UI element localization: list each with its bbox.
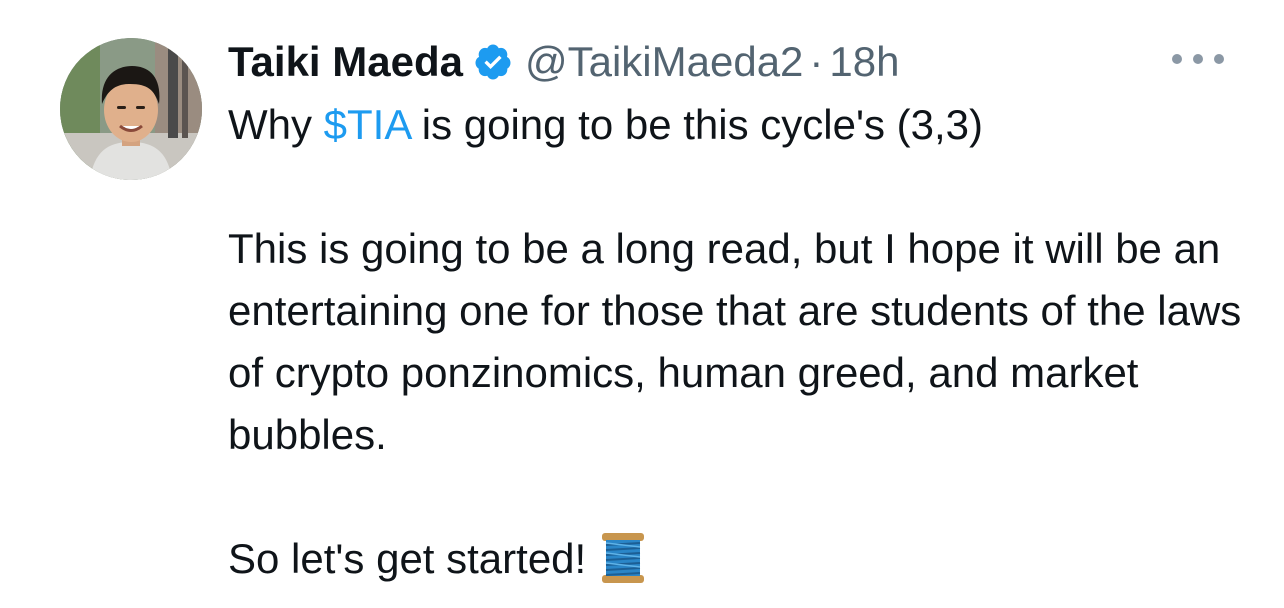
more-dot (1214, 54, 1224, 64)
tweet-header: Taiki Maeda @TaikiMaeda2 · 18h (228, 34, 900, 90)
cashtag-link[interactable]: $TIA (324, 101, 410, 148)
tweet-paragraph-2: This is going to be a long read, but I h… (228, 225, 1242, 458)
tweet-card[interactable]: Taiki Maeda @TaikiMaeda2 · 18h Why $TIA … (0, 0, 1284, 608)
spool-of-thread-icon (600, 531, 646, 585)
verified-badge-icon[interactable] (473, 42, 513, 82)
profile-photo-icon (60, 38, 202, 180)
timestamp[interactable]: 18h (829, 38, 899, 86)
text-prefix: Why (228, 101, 324, 148)
more-options-icon[interactable] (1172, 44, 1224, 74)
avatar[interactable] (60, 38, 202, 180)
tweet-line-1: Why $TIA is going to be this cycle's (3,… (228, 94, 1248, 156)
more-dot (1172, 54, 1182, 64)
tweet-paragraph-3: So let's get started! (228, 528, 1248, 590)
tweet-text: Why $TIA is going to be this cycle's (3,… (228, 94, 1248, 590)
author-handle[interactable]: @TaikiMaeda2 (525, 38, 803, 86)
display-name[interactable]: Taiki Maeda (228, 38, 463, 86)
separator-dot: · (809, 38, 824, 85)
text-suffix: is going to be this cycle's (3,3) (410, 101, 984, 148)
more-dot (1193, 54, 1203, 64)
closing-text: So let's get started! (228, 535, 587, 582)
